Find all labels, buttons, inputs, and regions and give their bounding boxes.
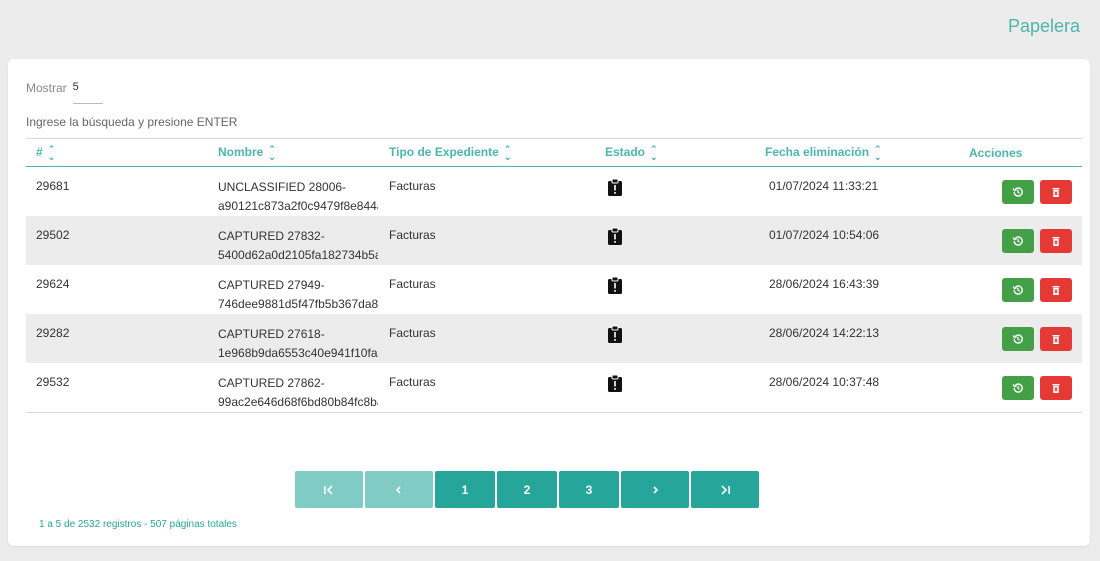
last-page-button[interactable] <box>691 471 759 508</box>
restore-history-icon <box>1012 333 1024 345</box>
cell-id: 29624 <box>36 277 70 291</box>
cell-acciones <box>969 265 1082 314</box>
page-title: Papelera <box>1007 16 1080 36</box>
cell-acciones <box>969 314 1082 363</box>
cell-estado <box>605 314 765 363</box>
cell-fecha: 01/07/2024 11:33:21 <box>769 179 879 193</box>
cell-tipo: Facturas <box>389 375 436 389</box>
prev-page-button[interactable] <box>365 471 433 508</box>
table-row: 29282 CAPTURED 27618- 1e968b9da6553c40e941… <box>26 314 1082 363</box>
restore-history-icon <box>1012 186 1024 198</box>
table-header-row: # ⌃ ⌄ Nombre ⌃ ⌄ Tipo de Expediente ⌃ ⌄ Estado… <box>26 138 1082 167</box>
chevron-left-icon <box>395 485 401 494</box>
cell-acciones <box>969 363 1082 413</box>
page-size-input[interactable] <box>72 81 103 104</box>
next-page-button[interactable] <box>621 471 689 508</box>
chevron-right-icon <box>653 485 659 494</box>
delete-button[interactable] <box>1040 229 1072 253</box>
restore-button[interactable] <box>1002 278 1034 302</box>
table-row: 29532 CAPTURED 27862- 99ac2e646d68f6bd80b8… <box>26 363 1082 413</box>
cell-fecha: 28/06/2024 10:37:48 <box>769 375 880 389</box>
page-size-control: Mostrar <box>26 81 103 104</box>
page-button-1[interactable]: 1 <box>435 471 495 508</box>
sort-icon: ⌃ ⌄ <box>47 143 56 162</box>
trash-icon <box>1051 236 1061 247</box>
cell-estado <box>605 363 765 413</box>
page-size-label: Mostrar <box>26 81 67 95</box>
pagination: 1 2 3 <box>295 471 759 508</box>
cell-estado <box>605 216 765 265</box>
restore-button[interactable] <box>1002 327 1034 351</box>
first-page-button[interactable] <box>295 471 363 508</box>
cell-nombre: UNCLASSIFIED 28006- a90121c873a2f0c9479f8… <box>218 180 378 213</box>
clipboard-alert-icon <box>607 178 625 198</box>
trash-icon <box>1051 285 1061 296</box>
delete-button[interactable] <box>1040 180 1072 204</box>
cell-estado <box>605 167 765 217</box>
table-row: 29624 CAPTURED 27949- 746dee9881d5f47fb5b3… <box>26 265 1082 314</box>
delete-button[interactable] <box>1040 278 1072 302</box>
clipboard-alert-icon <box>607 325 625 345</box>
restore-button[interactable] <box>1002 229 1034 253</box>
clipboard-alert-icon <box>607 276 625 296</box>
delete-button[interactable] <box>1040 327 1072 351</box>
restore-history-icon <box>1012 235 1024 247</box>
trash-card: Mostrar Ingrese la búsqueda y presione E… <box>8 59 1090 546</box>
cell-fecha: 01/07/2024 10:54:06 <box>769 228 880 242</box>
restore-button[interactable] <box>1002 180 1034 204</box>
trash-icon <box>1051 187 1061 198</box>
restore-history-icon <box>1012 284 1024 296</box>
cell-acciones <box>969 216 1082 265</box>
cell-tipo: Facturas <box>389 179 436 193</box>
restore-button[interactable] <box>1002 376 1034 400</box>
clipboard-alert-icon <box>607 227 625 247</box>
cell-nombre: CAPTURED 27949- 746dee9881d5f47fb5b367da8… <box>218 278 378 311</box>
cell-tipo: Facturas <box>389 228 436 242</box>
trash-icon <box>1051 383 1061 394</box>
cell-id: 29532 <box>36 375 70 389</box>
page-button-2[interactable]: 2 <box>497 471 557 508</box>
cell-estado <box>605 265 765 314</box>
cell-id: 29502 <box>36 228 70 242</box>
cell-nombre: CAPTURED 27618- 1e968b9da6553c40e941f10fa… <box>218 327 378 360</box>
sort-icon: ⌃ ⌄ <box>874 143 882 162</box>
cell-id: 29282 <box>36 326 70 340</box>
page-button-3[interactable]: 3 <box>559 471 619 508</box>
sort-icon: ⌃ ⌄ <box>503 143 512 162</box>
cell-tipo: Facturas <box>389 277 436 291</box>
cell-fecha: 28/06/2024 14:22:13 <box>769 326 880 340</box>
search-hint[interactable]: Ingrese la búsqueda y presione ENTER <box>26 115 237 129</box>
table-row: 29681 UNCLASSIFIED 28006- a90121c873a2f0c9… <box>26 167 1082 217</box>
cell-nombre: CAPTURED 27832- 5400d62a0d2105fa182734b5a <box>218 229 378 262</box>
records-summary: 1 a 5 de 2532 registros - 507 páginas to… <box>39 519 237 530</box>
table-row: 29502 CAPTURED 27832- 5400d62a0d2105fa1827… <box>26 216 1082 265</box>
cell-nombre: CAPTURED 27862- 99ac2e646d68f6bd80b84fc8b… <box>218 376 378 409</box>
cell-acciones <box>969 167 1082 217</box>
last-page-icon <box>721 484 730 495</box>
restore-history-icon <box>1012 382 1024 394</box>
delete-button[interactable] <box>1040 376 1072 400</box>
cell-tipo: Facturas <box>389 326 436 340</box>
sort-icon: ⌃ ⌄ <box>650 143 658 162</box>
col-header-id[interactable]: # ⌃ ⌄ <box>26 139 218 167</box>
first-page-icon <box>324 484 333 495</box>
sort-icon: ⌃ ⌄ <box>268 143 276 162</box>
col-header-nombre[interactable]: Nombre ⌃ ⌄ <box>218 139 389 167</box>
col-header-fecha[interactable]: Fecha eliminación ⌃ ⌄ <box>765 139 969 167</box>
trash-table: # ⌃ ⌄ Nombre ⌃ ⌄ Tipo de Expediente ⌃ ⌄ Estado… <box>26 138 1082 413</box>
trash-icon <box>1051 334 1061 345</box>
cell-fecha: 28/06/2024 16:43:39 <box>769 277 880 291</box>
col-header-tipo[interactable]: Tipo de Expediente ⌃ ⌄ <box>389 139 605 167</box>
cell-id: 29681 <box>36 179 70 193</box>
col-header-estado[interactable]: Estado ⌃ ⌄ <box>605 139 765 167</box>
clipboard-alert-icon <box>607 374 625 394</box>
col-header-acciones: Acciones <box>969 145 1023 160</box>
